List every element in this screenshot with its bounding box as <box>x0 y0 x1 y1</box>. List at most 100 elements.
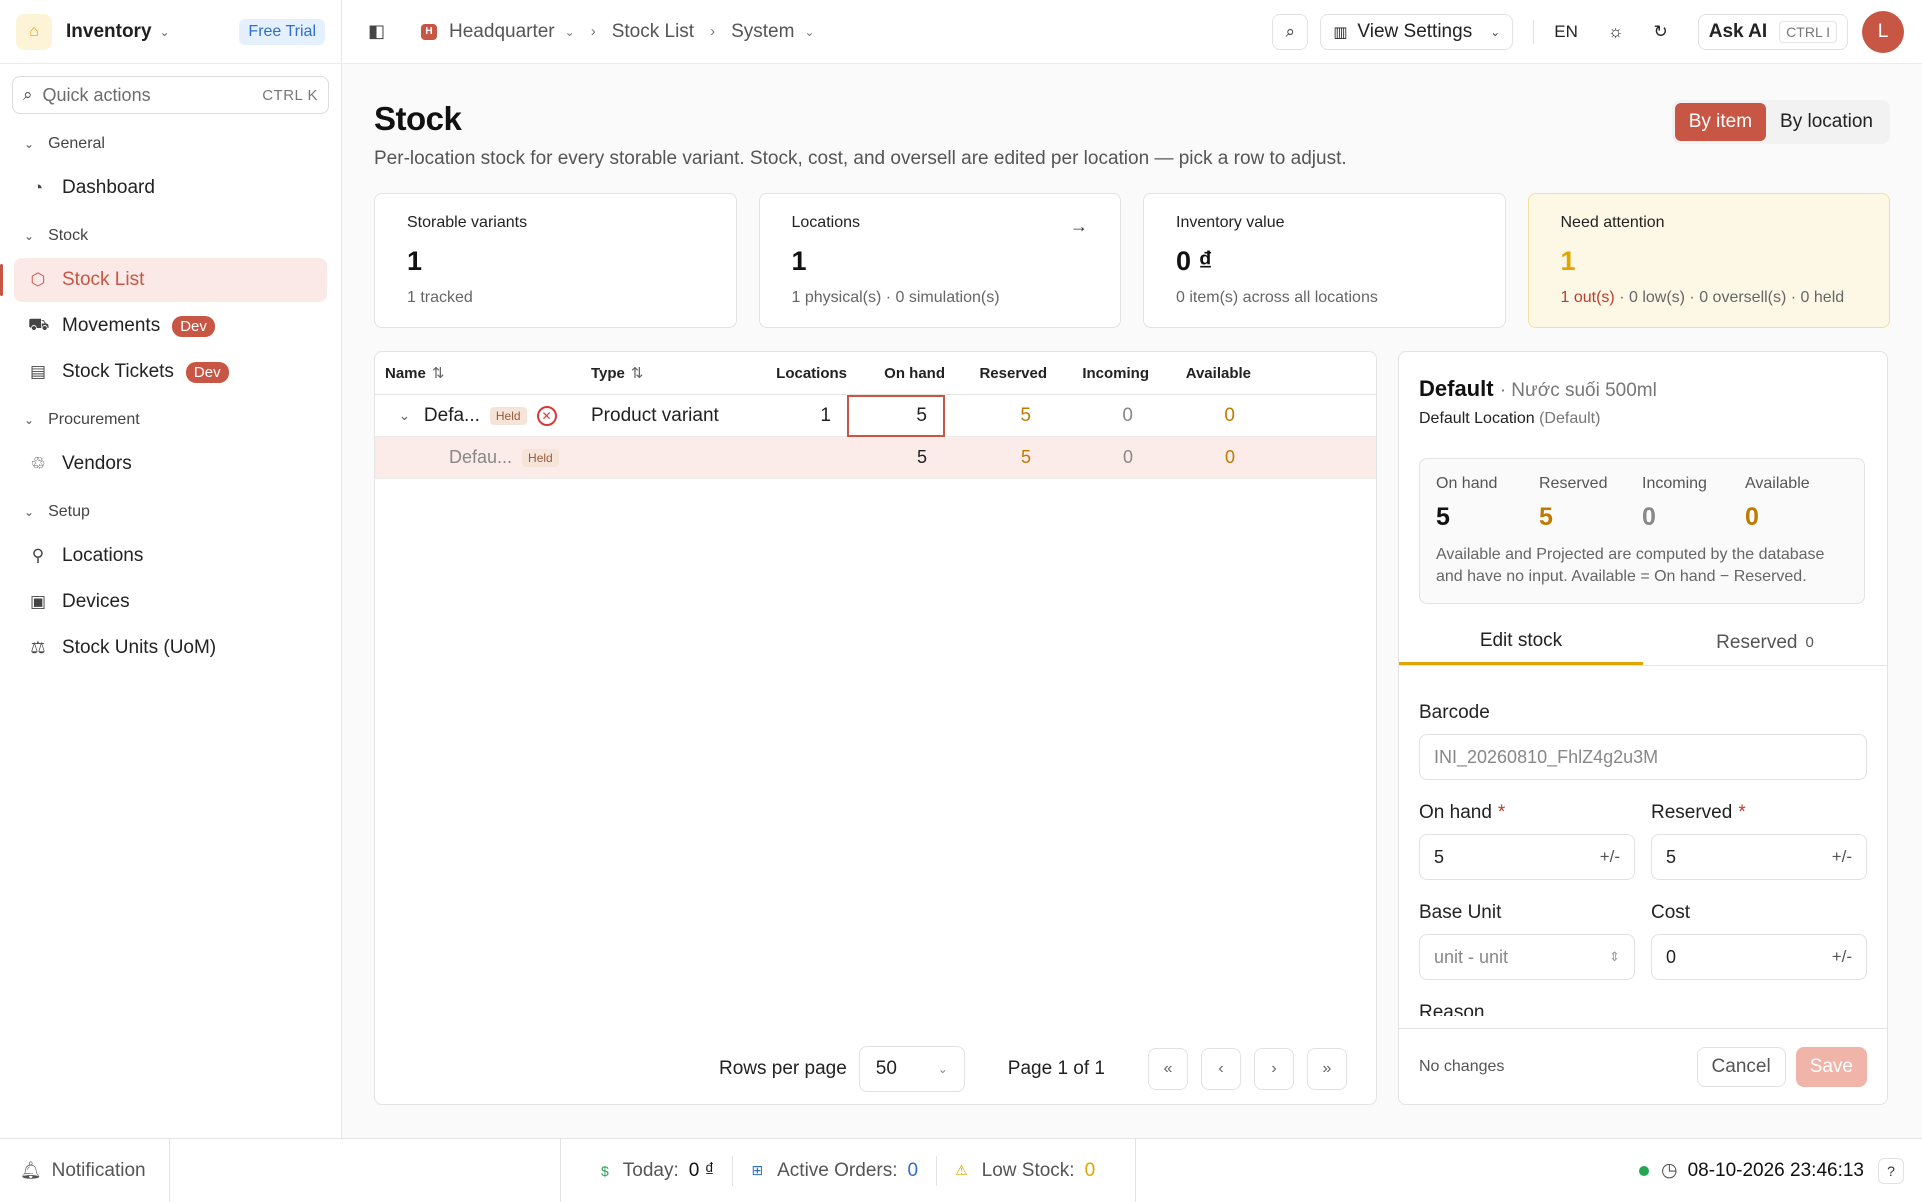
save-button[interactable]: Save <box>1795 1046 1867 1087</box>
sidebar-item-label: Movements <box>62 315 161 336</box>
col-available: Available <box>1149 365 1251 382</box>
group-stock[interactable]: ⌄ Stock <box>0 216 341 256</box>
chevron-down-icon: ⌄ <box>1490 24 1501 39</box>
out-count: 1 out(s) <box>1560 289 1615 306</box>
location-name: Defau... <box>449 447 513 467</box>
group-procurement[interactable]: ⌄ Procurement <box>0 400 341 440</box>
summary-available: Available 0 <box>1745 475 1848 532</box>
rows-per-page-select[interactable]: 50 ⌄ <box>858 1046 965 1092</box>
sidebar-item-movements[interactable]: ⛟ Movements Dev <box>14 304 327 348</box>
breadcrumb-headquarter[interactable]: Headquarter <box>449 21 555 43</box>
by-location-toggle[interactable]: By location <box>1766 103 1887 141</box>
product-name: · Nước suối 500ml <box>1499 380 1657 401</box>
summary-label: Available <box>1745 475 1810 492</box>
topbar: ◧ H Headquarter ⌄ › Stock List › System … <box>342 0 1922 64</box>
reserved-cell: 5 <box>1020 447 1031 467</box>
summary-label: Reserved <box>1539 475 1608 492</box>
table-row[interactable]: ⌄ Defa... Held ✕ Product variant 1 5 5 0… <box>375 394 1376 437</box>
brand-header[interactable]: ⌂ Inventory ⌄ Free Trial <box>0 0 341 64</box>
adjust-button[interactable]: +/- <box>1600 847 1620 867</box>
reserved-count: 0 <box>1805 634 1814 651</box>
sidebar-item-devices[interactable]: ▣ Devices <box>14 580 327 624</box>
by-item-toggle[interactable]: By item <box>1674 103 1767 141</box>
view-toggle: By item By location <box>1671 100 1890 144</box>
col-name[interactable]: Name ⇅ <box>375 364 581 382</box>
sort-icon[interactable]: ⇅ <box>432 365 445 382</box>
col-type[interactable]: Type ⇅ <box>581 364 741 382</box>
free-trial-badge[interactable]: Free Trial <box>239 18 325 45</box>
cancel-button[interactable]: Cancel <box>1696 1046 1786 1087</box>
barcode-field[interactable]: INI_20260810_FhlZ4g2u3M <box>1419 734 1867 780</box>
stat-card-locations[interactable]: Locations → 1 1 physical(s) · 0 simulati… <box>758 193 1121 328</box>
page-title: Stock <box>374 100 462 137</box>
sidebar-toggle-icon[interactable]: ◧ <box>368 21 385 42</box>
table-row[interactable]: Defau... Held 5 5 0 0 <box>375 437 1376 479</box>
search-button[interactable]: ⌕ <box>1272 13 1309 50</box>
prev-page-button[interactable]: ‹ <box>1201 1048 1241 1090</box>
form-row: Base Unit unit - unit ⇕ Cost 0 +/- <box>1419 902 1867 980</box>
summary-label: Incoming <box>1642 475 1707 492</box>
panel-title: Default · Nước suối 500ml <box>1419 376 1657 402</box>
stat-sub: 1 out(s) · 0 low(s) · 0 oversell(s) · 0 … <box>1561 289 1858 307</box>
summary-note: Available and Projected are computed by … <box>1436 546 1825 585</box>
col-locations: Locations <box>741 365 847 382</box>
cost-group: Cost 0 +/- <box>1651 902 1867 980</box>
tab-label: Edit stock <box>1479 630 1563 651</box>
chevron-down-icon[interactable]: ⌄ <box>565 25 575 39</box>
theme-toggle-icon[interactable]: ☼ <box>1608 22 1624 42</box>
handshake-icon: ♲ <box>30 454 46 473</box>
view-settings-button[interactable]: ▥ View Settings ⌄ <box>1320 13 1514 50</box>
first-page-button[interactable]: « <box>1148 1048 1188 1090</box>
group-general[interactable]: ⌄ General <box>0 124 341 164</box>
avatar[interactable]: L <box>1862 10 1904 53</box>
base-unit-select[interactable]: unit - unit ⇕ <box>1419 934 1635 980</box>
next-page-button[interactable]: › <box>1254 1048 1294 1090</box>
summary-grid: On hand 5 Reserved 5 Incoming 0 Available 0 <box>1436 475 1848 532</box>
tab-reserved[interactable]: Reserved 0 <box>1643 620 1887 665</box>
on-hand-cell[interactable]: 5 <box>847 447 945 468</box>
sidebar-item-stock-tickets[interactable]: ▤ Stock Tickets Dev <box>14 350 327 394</box>
sidebar-item-label: Stock Units (UoM) <box>62 637 217 658</box>
refresh-icon[interactable]: ↻ <box>1653 22 1667 42</box>
breadcrumb-system[interactable]: System <box>731 21 794 43</box>
breadcrumb-stock-list[interactable]: Stock List <box>612 21 694 43</box>
headquarter-icon: H <box>421 23 438 40</box>
chevron-down-icon[interactable]: ⌄ <box>399 408 410 424</box>
ask-ai-button[interactable]: Ask AI CTRL I <box>1697 13 1848 50</box>
help-icon[interactable]: ? <box>1878 1157 1904 1184</box>
header-label: Reserved <box>979 364 1047 382</box>
language-switch[interactable]: EN <box>1554 22 1578 42</box>
adjust-button[interactable]: +/- <box>1832 847 1852 867</box>
group-label: Procurement <box>48 411 140 428</box>
tab-edit-stock[interactable]: Edit stock <box>1399 620 1643 665</box>
dev-badge: Dev <box>172 315 215 337</box>
group-label: Stock <box>48 227 89 244</box>
low-stock-metric: ⚠ Low Stock: 0 <box>937 1160 1113 1182</box>
sidebar-item-stock-units[interactable]: ⚖ Stock Units (UoM) <box>14 626 327 670</box>
summary-reserved: Reserved 5 <box>1539 475 1642 532</box>
stock-detail-panel: Default · Nước suối 500ml Default Locati… <box>1398 351 1888 1105</box>
reserved-field[interactable]: 5 +/- <box>1651 834 1867 880</box>
group-setup[interactable]: ⌄ Setup <box>0 492 341 532</box>
arrow-right-icon[interactable]: → <box>1070 216 1088 237</box>
status-bar: 🔔︎ Notification $ Today: 0 ₫ ⊞ Active Or… <box>0 1138 1922 1202</box>
stats-row: Storable variants 1 1 tracked Locations … <box>374 193 1890 328</box>
on-hand-cell-editing[interactable]: 5 <box>847 394 945 437</box>
notification-button[interactable]: 🔔︎ Notification <box>0 1138 170 1202</box>
on-hand-field[interactable]: 5 +/- <box>1419 834 1635 880</box>
sidebar-item-vendors[interactable]: ♲ Vendors <box>14 442 327 486</box>
sidebar-item-dashboard[interactable]: ◔ Dashboard <box>14 166 327 210</box>
group-label: General <box>48 135 105 152</box>
sidebar-item-label: Dashboard <box>62 177 155 198</box>
last-page-button[interactable]: » <box>1307 1048 1347 1090</box>
required-mark: * <box>1497 802 1506 823</box>
sort-icon[interactable]: ⇅ <box>631 365 644 382</box>
adjust-button[interactable]: +/- <box>1832 947 1852 967</box>
col-reserved: Reserved <box>945 365 1047 382</box>
sidebar-item-locations[interactable]: ⚲ Locations <box>14 534 327 578</box>
chevron-down-icon[interactable]: ⌄ <box>804 25 814 39</box>
cost-field[interactable]: 0 +/- <box>1651 934 1867 980</box>
search-icon: ⌕ <box>1285 21 1295 41</box>
quick-actions-search[interactable]: ⌕ Quick actions CTRL K <box>12 76 329 114</box>
sidebar-item-stock-list[interactable]: ⬡ Stock List <box>0 258 327 302</box>
